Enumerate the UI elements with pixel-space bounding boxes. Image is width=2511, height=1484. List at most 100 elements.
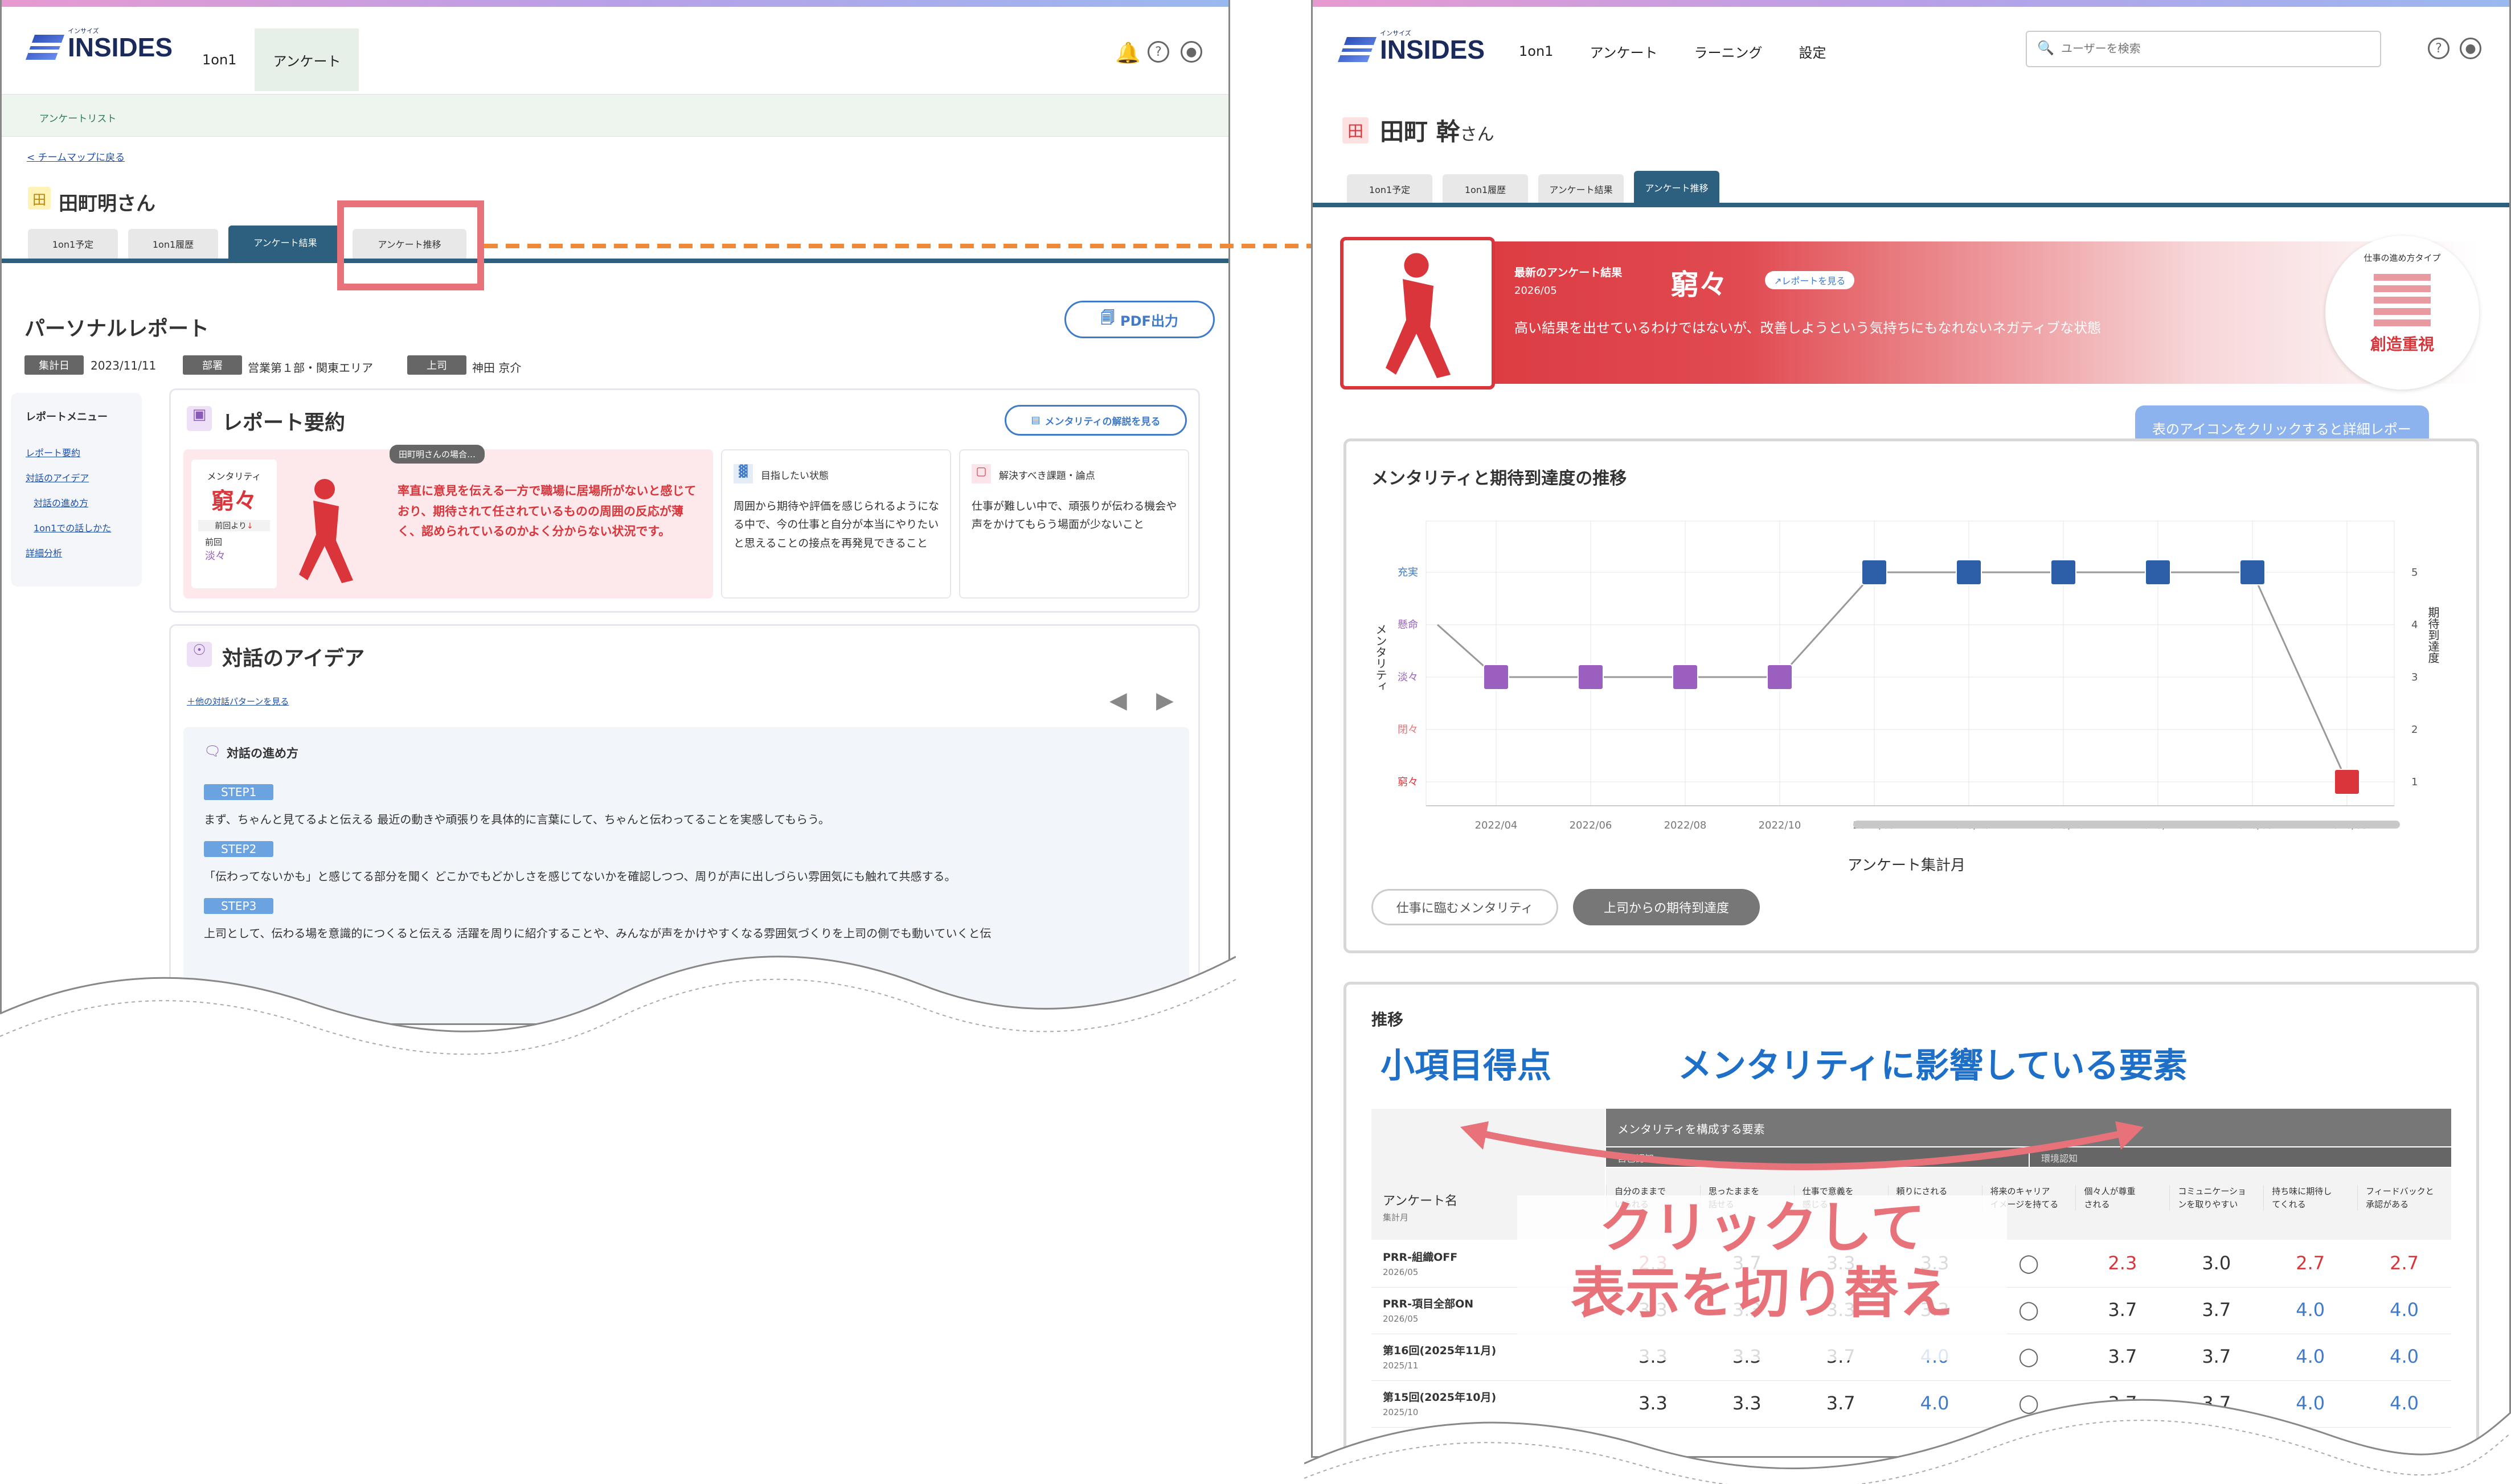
prev-row: 前回より↓ [198, 520, 270, 531]
search-input[interactable] [2061, 39, 2369, 59]
y-tick-label: 閉々 [1398, 724, 1418, 736]
report-link-button[interactable]: ↗レポートを見る [1765, 271, 1855, 289]
y-tick-label: 淡々 [1398, 671, 1418, 683]
summary-icon: ▣ [187, 406, 212, 431]
row-name[interactable]: PRR-組織OFF [1383, 1249, 1457, 1264]
tab-survey-trend-right[interactable]: アンケート推移 [1634, 171, 1719, 204]
issue-box: ▢ 解決すべき課題・論点 仕事が難しい中で、頑張りが伝わる機会や声をかけてもらう… [959, 449, 1189, 598]
trend-chart: 窮々 1 閉々 2 淡々 3 懸命 4 充実 5 2022/04 2022/06 2022/08 2022… [1374, 520, 2440, 831]
tab-1on1-plan[interactable]: 1on1予定 [28, 229, 118, 259]
report-link-icon: ↗ [1774, 276, 1782, 286]
breadcrumb-bar: アンケートリスト [2, 94, 1228, 137]
annotation-click-line1: クリックして [1599, 1196, 1926, 1260]
report-link-label: レポートを見る [1781, 276, 1846, 286]
step1-badge: STEP1 [204, 784, 274, 800]
ideas-title: 対話のアイデア [222, 647, 365, 670]
banner-description: 高い結果を出せているわけではないが、改善しようという気持ちにもなれないネガティブ… [1514, 320, 2102, 336]
table-cell: 3.0 [2202, 1252, 2231, 1274]
nav-1on1[interactable]: 1on1 [184, 52, 255, 68]
next-arrow-icon[interactable]: ▶ [1156, 687, 1174, 714]
step2-text: 「伝わってないかも」と感じてる部分を聞く どこかでもどかしさを感じてないかを確認… [204, 870, 956, 883]
right-screen: INSIDES インサイズ 1on1 アンケート ラーニング 設定 🔍 ? ● … [1311, 0, 2511, 1458]
account-icon-right[interactable]: ● [2460, 38, 2481, 59]
logo-mark-icon [25, 35, 65, 60]
data-point-icon [1861, 559, 1887, 585]
help-icon[interactable]: ? [1148, 41, 1169, 63]
banner-mentality: 窮々 [1670, 268, 1727, 301]
pdf-icon: 🗐 [1101, 309, 1115, 326]
table-cell: 3.7 [2108, 1346, 2137, 1367]
highlight-box [337, 200, 484, 290]
menu-item-ideas[interactable]: 対話のアイデア [26, 470, 89, 484]
goal-box: ▓ 目指したい状態 周囲から期待や評価を感じられるようになる中で、今の仕事と自分… [721, 449, 951, 598]
user-name-main: 田町 幹 [1380, 118, 1460, 146]
top-gradient-right [1313, 0, 2509, 7]
tab-1on1-history-right[interactable]: 1on1履歴 [1443, 174, 1528, 204]
data-point-icon [1578, 664, 1604, 690]
tab-1on1-history[interactable]: 1on1履歴 [128, 229, 218, 259]
table-cell: 3.7 [2202, 1346, 2231, 1367]
row-header: アンケート名 [1383, 1194, 1458, 1208]
menu-item-talk[interactable]: 1on1での話しかた [34, 520, 111, 534]
meta-dept-label: 部署 [183, 355, 242, 375]
data-point-icon [2050, 559, 2076, 585]
help-icon-right[interactable]: ? [2428, 38, 2449, 59]
transition-title: 推移 [1371, 1010, 1404, 1029]
flow-title: 対話の進め方 [227, 747, 298, 760]
search-box[interactable]: 🔍 [2026, 31, 2381, 67]
back-link[interactable]: < チームマップに戻る [27, 149, 125, 163]
toggle-expectation-button[interactable]: 上司からの期待到達度 [1573, 889, 1760, 925]
summary-title: レポート要約 [222, 411, 346, 434]
banner-kneeling-figure-image [1386, 253, 1451, 378]
data-point-icon [2145, 559, 2171, 585]
menu-item-summary[interactable]: レポート要約 [26, 445, 80, 459]
tab-1on1-plan-right[interactable]: 1on1予定 [1347, 174, 1432, 204]
account-icon[interactable]: ● [1181, 41, 1202, 63]
avatar-right: 田 [1342, 117, 1369, 144]
breadcrumb[interactable]: アンケートリスト [39, 110, 116, 125]
y2-axis-label: 期待到達度 [2426, 606, 2440, 663]
table-cell: 3.7 [2108, 1299, 2137, 1321]
step2-badge: STEP2 [204, 841, 274, 857]
data-point-icon [2334, 769, 2360, 795]
menu-item-flow[interactable]: 対話の進め方 [34, 495, 88, 509]
right-nav: 1on1 アンケート ラーニング 設定 [1501, 40, 1844, 63]
chart-scrollbar[interactable] [1853, 821, 2400, 829]
nav-learning[interactable]: ラーニング [1676, 42, 1780, 62]
avatar: 田 [28, 187, 51, 210]
pdf-button[interactable]: 🗐 PDF出力 [1064, 301, 1215, 338]
nav-survey[interactable]: アンケート [255, 28, 359, 91]
nav-survey-right[interactable]: アンケート [1571, 42, 1676, 62]
tab-survey-result[interactable]: アンケート結果 [228, 226, 342, 259]
menu-item-detail[interactable]: 詳細分析 [26, 546, 62, 559]
annotation-click-box: クリックして 表示を切り替え [1517, 1195, 2007, 1360]
table-cell: 4.0 [2390, 1299, 2419, 1321]
logo-text: INSIDES [68, 32, 173, 62]
logo-mark-icon-right [1337, 37, 1377, 62]
logo-sub-right: インサイズ [1380, 30, 1411, 37]
row-date: 2025/11 [1383, 1360, 1419, 1371]
mentality-explain-button[interactable]: ▤ メンタリティの解説を見る [1005, 405, 1187, 436]
x-tick-label: 2022/04 [1475, 819, 1518, 831]
tab-survey-result-right[interactable]: アンケート結果 [1538, 174, 1624, 204]
banner-figure-box [1340, 237, 1495, 390]
row-name[interactable]: PRR-項目全部ON [1383, 1296, 1473, 1311]
nav-settings[interactable]: 設定 [1780, 42, 1844, 62]
row-name[interactable]: 第16回(2025年11月) [1383, 1342, 1496, 1358]
search-icon: 🔍 [2037, 40, 2054, 56]
chat-icon: 🗨 [204, 743, 222, 759]
prev-arrow-icon[interactable]: ◀ [1109, 687, 1127, 714]
issue-icon: ▢ [972, 464, 991, 483]
latest-label: 最新のアンケート結果 [1514, 267, 1623, 279]
row-date: 2026/05 [1383, 1314, 1419, 1324]
x-tick-label: 2022/08 [1664, 819, 1707, 831]
row-date: 2026/05 [1383, 1267, 1419, 1277]
other-pattern-link[interactable]: ＋他の対話パターンを見る [187, 695, 289, 707]
logo: INSIDES インサイズ [25, 27, 173, 62]
bell-icon[interactable]: 🔔 [1115, 41, 1141, 65]
table-cell: 2.7 [2390, 1252, 2419, 1274]
tab-underline [2, 259, 1228, 263]
toggle-mentality-button[interactable]: 仕事に臨むメンタリティ [1371, 889, 1558, 925]
nav-1on1-right[interactable]: 1on1 [1501, 43, 1571, 59]
step3-badge: STEP3 [204, 898, 274, 914]
